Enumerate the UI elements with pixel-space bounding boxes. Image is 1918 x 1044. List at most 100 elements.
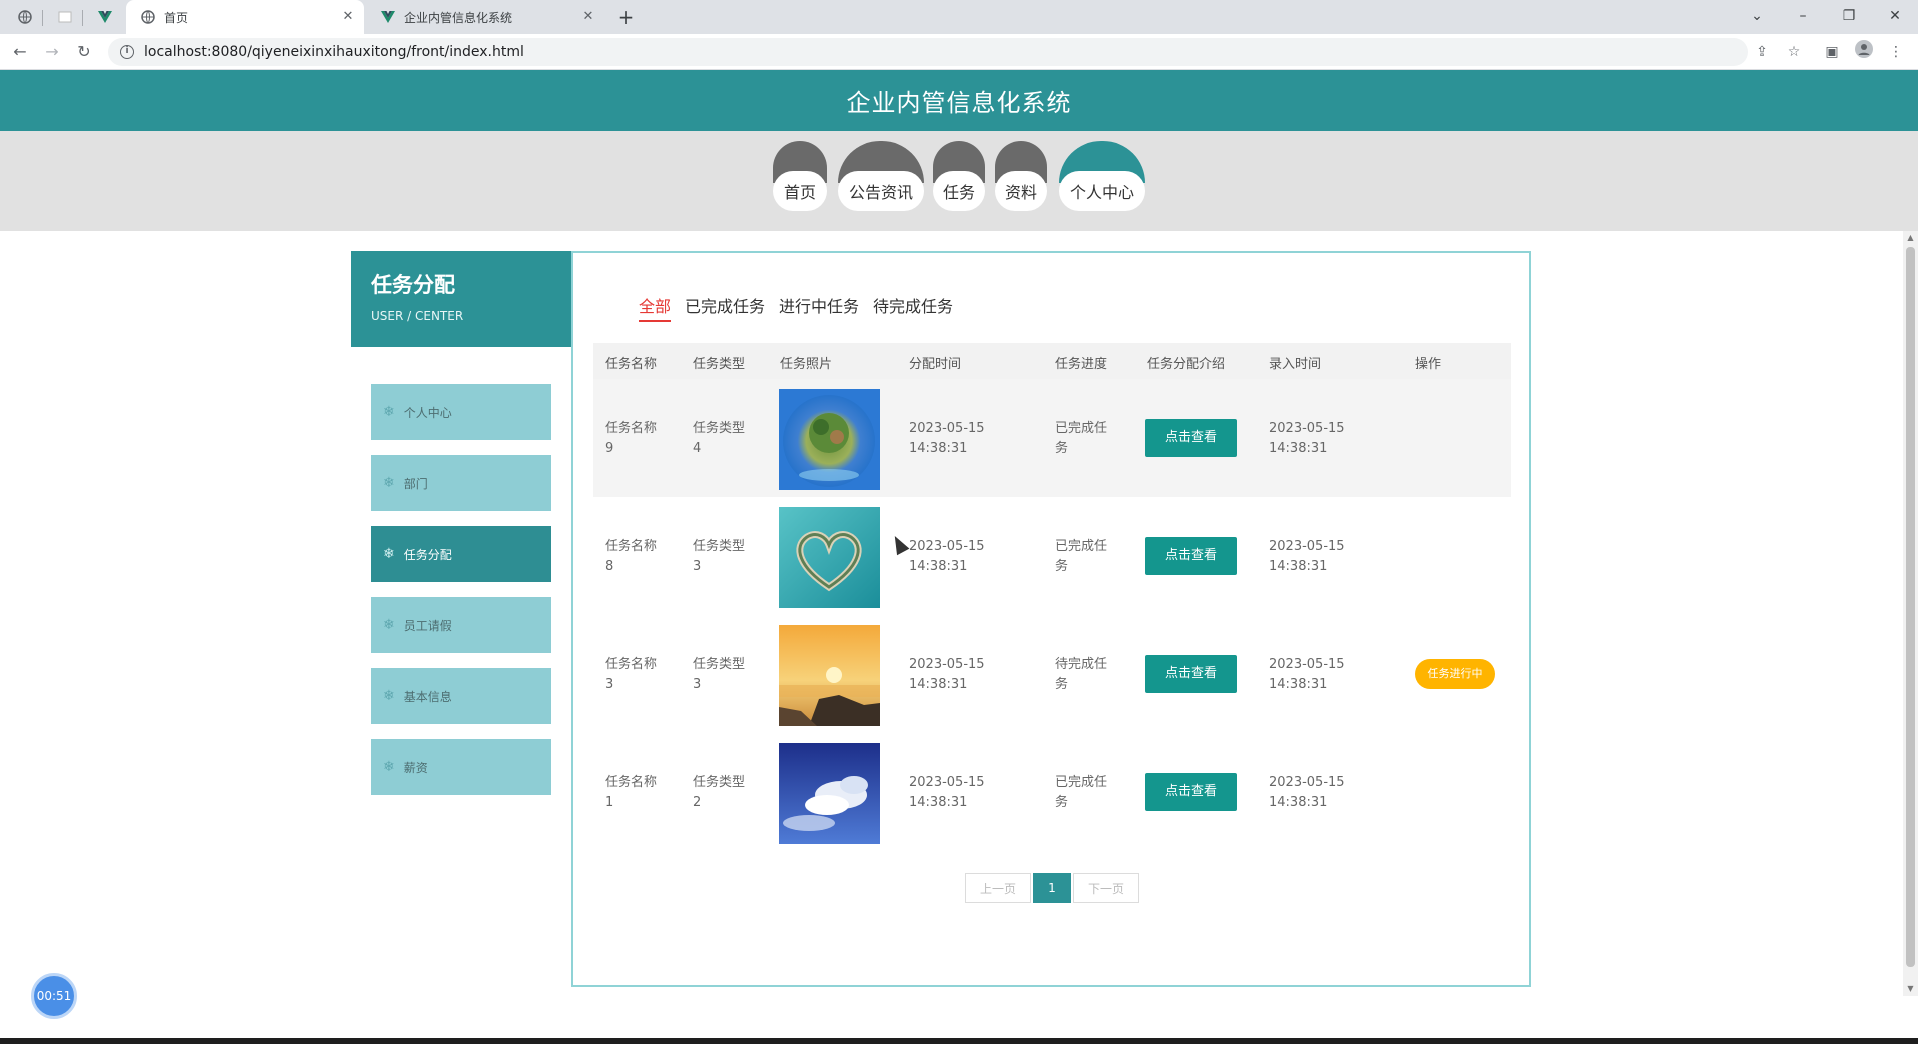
new-tab-button[interactable]: + [614,5,638,29]
restore-button[interactable]: ❐ [1834,4,1864,28]
task-type-number: 3 [693,677,702,692]
next-page-button[interactable]: 下一页 [1073,873,1139,903]
snowflake-icon: ❄ [383,546,395,562]
task-name-cell: 任务名称 9 [605,419,657,459]
task-in-progress-badge[interactable]: 任务进行中 [1415,659,1495,689]
menu-label: 首页 [773,171,827,211]
assign-time-cell: 2023-05-15 14:38:31 [909,773,985,813]
task-type-cell: 任务类型 2 [693,773,745,813]
menu-personal-center[interactable]: 个人中心 [1059,141,1145,221]
tab-system[interactable]: 企业内管信息化系统 ✕ [366,0,604,34]
tab-search-icon[interactable]: ⌄ [1742,4,1772,28]
assign-clock: 14:38:31 [909,559,968,574]
task-name-cell: 任务名称 1 [605,773,657,813]
task-photo-sunset-coast[interactable] [779,625,880,726]
snowflake-icon: ❄ [383,688,395,704]
menu-resources[interactable]: 资料 [995,141,1047,221]
side-panel-icon[interactable]: ▣ [1820,40,1844,64]
close-icon[interactable]: ✕ [580,9,596,25]
filter-in-progress[interactable]: 进行中任务 [779,293,859,322]
page-number-button[interactable]: 1 [1033,873,1071,903]
task-name-text: 任务名称 [605,539,658,554]
more-menu-icon[interactable]: ⋮ [1884,40,1908,64]
task-photo-planet-island[interactable] [779,389,880,490]
back-button[interactable]: ← [8,40,32,64]
view-details-button[interactable]: 点击查看 [1145,537,1237,575]
menu-task[interactable]: 任务 [933,141,985,221]
info-icon[interactable]: i [120,45,134,59]
sidebar-item-task-assignment[interactable]: ❄ 任务分配 [371,526,551,582]
sidebar-item-label: 员工请假 [403,618,452,633]
sidebar-item-leave[interactable]: ❄ 员工请假 [371,597,551,653]
scroll-up-arrow-icon[interactable]: ▲ [1903,231,1918,245]
filter-all[interactable]: 全部 [639,293,672,322]
assign-date: 2023-05-15 [909,539,985,554]
entry-time-cell: 2023-05-15 14:38:31 [1269,655,1345,695]
view-details-button[interactable]: 点击查看 [1145,655,1237,693]
url-text: localhost:8080/qiyeneixinxihauxitong/fro… [144,44,524,60]
sidebar-item-label: 任务分配 [403,547,452,562]
sidebar-item-label: 个人中心 [403,405,452,420]
sidebar-item-department[interactable]: ❄ 部门 [371,455,551,511]
blank-page-icon[interactable] [54,6,76,28]
tab-title: 企业内管信息化系统 [404,10,513,25]
pagination: 上一页 1 下一页 [965,873,1139,903]
menu-news[interactable]: 公告资讯 [838,141,924,221]
scrollbar-thumb[interactable] [1906,247,1915,967]
sidebar-item-personal-center[interactable]: ❄ 个人中心 [371,384,551,440]
filter-pending[interactable]: 待完成任务 [873,293,953,322]
table-header: 任务名称 任务类型 任务照片 分配时间 任务进度 任务分配介绍 录入时间 操作 [593,343,1511,379]
menu-home[interactable]: 首页 [773,141,827,221]
menu-label: 资料 [995,171,1047,211]
entry-clock: 14:38:31 [1269,795,1328,810]
close-window-button[interactable]: ✕ [1880,4,1910,28]
col-task-type: 任务类型 [693,357,746,372]
table-row: 任务名称 9 任务类型 4 2023-05-15 14:38:31 已完成任务 点击查… [593,379,1511,497]
minimize-button[interactable]: – [1788,4,1818,28]
share-icon[interactable]: ⇪ [1750,40,1774,64]
sidebar-item-basic-info[interactable]: ❄ 基本信息 [371,668,551,724]
url-input[interactable]: i localhost:8080/qiyeneixinxihauxitong/f… [108,38,1748,66]
entry-time-cell: 2023-05-15 14:38:31 [1269,419,1345,459]
progress-text-tail: 务 [1055,795,1069,810]
sidebar-item-label: 薪资 [403,760,428,775]
filter-completed[interactable]: 已完成任务 [685,293,765,322]
globe-icon [140,9,156,25]
progress-cell: 已完成任务 [1055,419,1107,459]
col-entry-time: 录入时间 [1269,357,1322,372]
globe-icon[interactable] [14,6,36,28]
snowflake-icon: ❄ [383,617,395,633]
prev-page-button[interactable]: 上一页 [965,873,1031,903]
reload-button[interactable]: ↻ [72,40,96,64]
task-photo-blue-sky[interactable] [779,743,880,844]
entry-date: 2023-05-15 [1269,539,1345,554]
vue-logo-icon[interactable] [94,6,116,28]
view-details-button[interactable]: 点击查看 [1145,419,1237,457]
view-details-button[interactable]: 点击查看 [1145,773,1237,811]
snowflake-icon: ❄ [383,404,395,420]
col-task-photo: 任务照片 [780,357,833,372]
col-actions: 操作 [1415,357,1442,372]
task-photo-heart-island[interactable] [779,507,880,608]
scroll-down-arrow-icon[interactable]: ▼ [1903,982,1918,996]
tab-home[interactable]: 首页 ✕ [126,0,364,34]
assign-time-cell: 2023-05-15 14:38:31 [909,537,985,577]
progress-text-tail: 务 [1055,559,1069,574]
sidebar-header: 任务分配 USER / CENTER [351,251,571,347]
recording-timer[interactable]: 00:51 [31,973,77,1019]
task-type-number: 3 [693,559,702,574]
close-icon[interactable]: ✕ [340,9,356,25]
profile-avatar-icon[interactable] [1852,40,1876,64]
browser-tab-strip: 首页 ✕ 企业内管信息化系统 ✕ + ⌄ – ❐ ✕ [0,0,1918,34]
assign-clock: 14:38:31 [909,795,968,810]
vue-logo-icon [380,9,396,25]
sidebar-item-label: 部门 [403,476,428,491]
col-assign-time: 分配时间 [909,357,962,372]
entry-clock: 14:38:31 [1269,441,1328,456]
page-scrollbar[interactable]: ▲ ▼ [1903,231,1918,996]
sidebar-item-salary[interactable]: ❄ 薪资 [371,739,551,795]
bookmark-star-icon[interactable]: ☆ [1782,40,1806,64]
task-type-text: 任务类型 [693,539,746,554]
entry-clock: 14:38:31 [1269,559,1328,574]
forward-button[interactable]: → [40,40,64,64]
